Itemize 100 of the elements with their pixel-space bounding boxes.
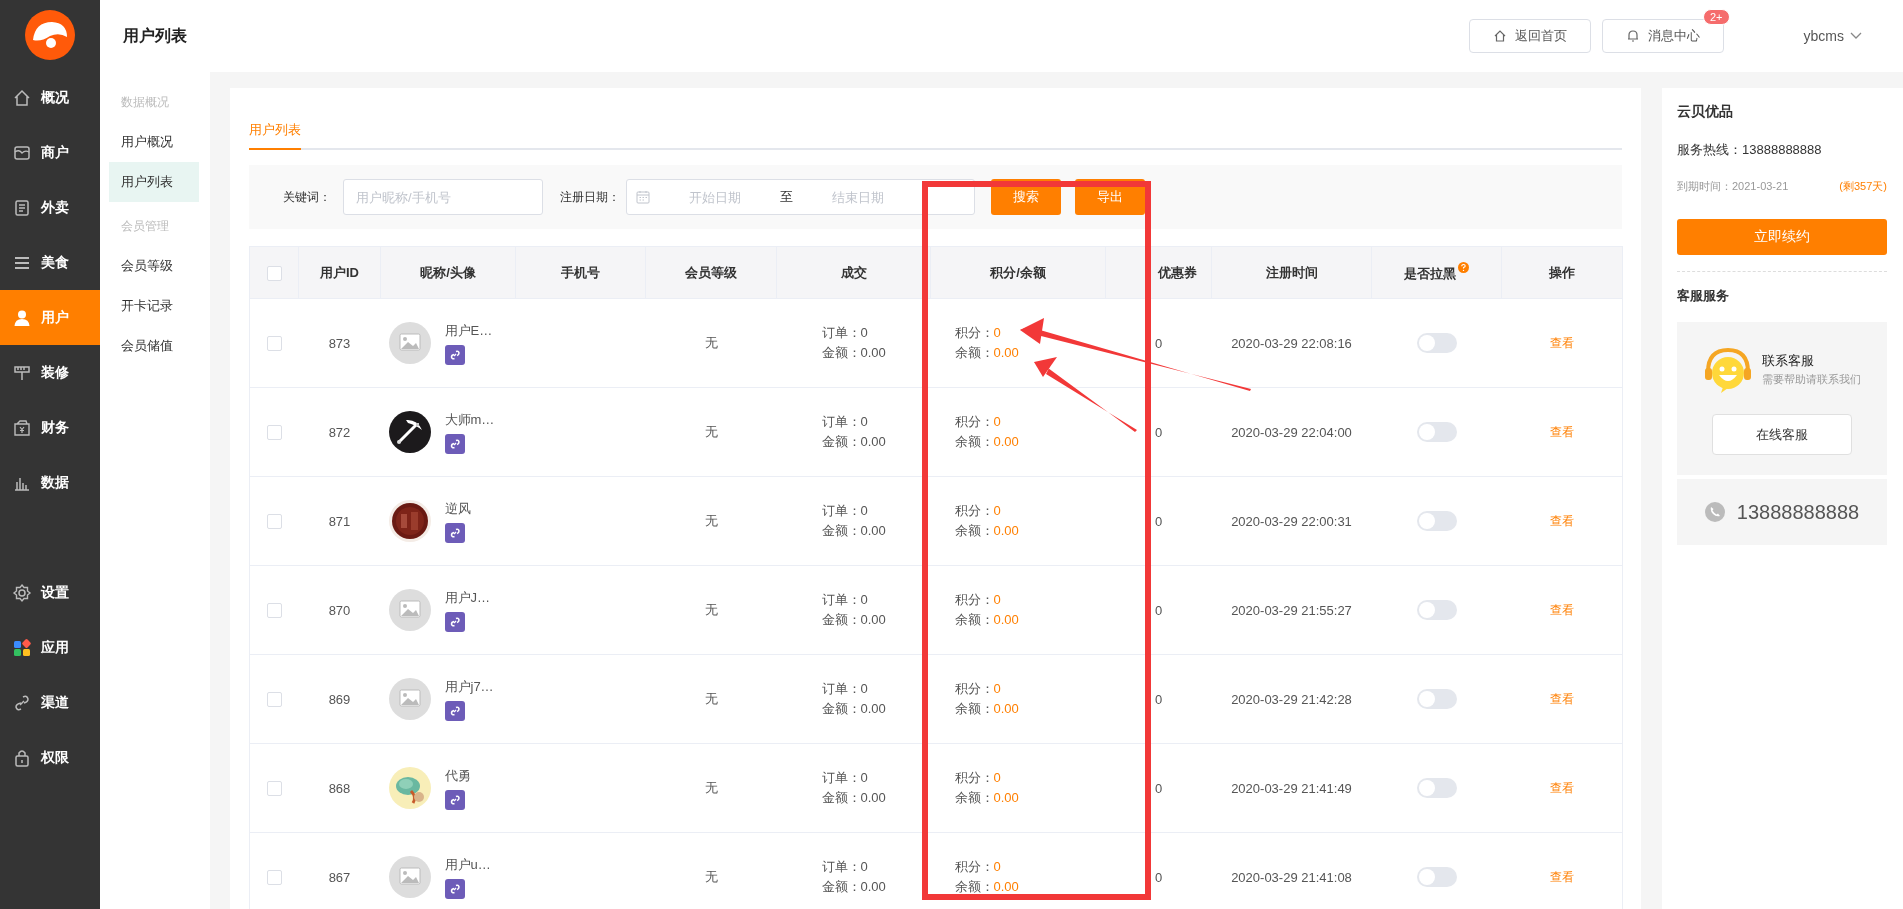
nickname: 用户j7… bbox=[444, 677, 494, 696]
member-level: 无 bbox=[704, 869, 718, 884]
column-header: 手机号 bbox=[561, 264, 600, 280]
checkbox[interactable] bbox=[266, 425, 282, 441]
logo-icon bbox=[25, 10, 75, 60]
subnav-item[interactable]: 开卡记录 bbox=[109, 286, 199, 326]
online-service-button[interactable]: 在线客服 bbox=[1712, 414, 1852, 455]
order-amount: 金额：0.00 bbox=[821, 433, 887, 451]
balance-value: 0.00 bbox=[993, 612, 1019, 627]
points-value: 0 bbox=[993, 325, 1001, 340]
registration-time: 2020-03-29 21:42:28 bbox=[1231, 691, 1352, 707]
registration-time: 2020-03-29 21:41:49 bbox=[1231, 780, 1352, 796]
order-amount: 金额：0.00 bbox=[821, 878, 887, 896]
user-id: 873 bbox=[328, 335, 351, 351]
toggle-switch[interactable] bbox=[1416, 778, 1457, 798]
nickname: 用户J… bbox=[444, 588, 490, 607]
keyword-field[interactable]: 用户昵称/手机号 bbox=[343, 179, 543, 215]
checkbox[interactable] bbox=[266, 603, 282, 619]
sidebar-item[interactable]: 美食 bbox=[0, 235, 100, 290]
subnav-item[interactable]: 会员等级 bbox=[109, 246, 199, 286]
column-header: 操作 bbox=[1549, 264, 1575, 280]
column-header: 优惠券 bbox=[1158, 264, 1197, 280]
toggle-switch[interactable] bbox=[1416, 600, 1457, 620]
user-id: 869 bbox=[328, 691, 351, 707]
sidebar-item[interactable]: 装修 bbox=[0, 345, 100, 400]
member-level: 无 bbox=[704, 424, 718, 439]
points-value: 0 bbox=[993, 503, 1001, 518]
order-count: 订单：0 bbox=[821, 413, 869, 431]
apps-icon bbox=[12, 637, 32, 658]
sidebar-item[interactable]: 财务 bbox=[0, 400, 100, 455]
sidebar-item[interactable]: 商户 bbox=[0, 125, 100, 180]
contact-subtitle: 需要帮助请联系我们 bbox=[1762, 371, 1861, 387]
field-label: 积分： bbox=[954, 414, 994, 429]
nickname: 用户E… bbox=[444, 321, 493, 340]
subnav-item[interactable]: 会员储值 bbox=[109, 326, 199, 366]
subnav-item[interactable]: 用户列表 bbox=[109, 162, 199, 202]
toggle-switch[interactable] bbox=[1416, 422, 1457, 442]
checkbox[interactable] bbox=[266, 265, 282, 281]
column-header: 用户ID bbox=[320, 264, 359, 280]
member-level: 无 bbox=[704, 602, 718, 617]
column-header: 积分/余额 bbox=[990, 264, 1046, 280]
registration-time: 2020-03-29 22:00:31 bbox=[1231, 513, 1352, 529]
checkbox[interactable] bbox=[266, 514, 282, 530]
order-count: 订单：0 bbox=[821, 680, 869, 698]
home-button[interactable]: 返回首页 bbox=[1468, 19, 1591, 53]
balance-value: 0.00 bbox=[993, 790, 1019, 805]
balance-value: 0.00 bbox=[993, 523, 1019, 538]
toggle-switch[interactable] bbox=[1416, 511, 1457, 531]
field-label: 余额： bbox=[954, 523, 994, 538]
toggle-switch[interactable] bbox=[1416, 333, 1457, 353]
points-value: 0 bbox=[993, 592, 1001, 607]
section-heading: 会员管理 bbox=[120, 218, 170, 235]
column-header: 注册时间 bbox=[1265, 264, 1318, 280]
field-label: 余额： bbox=[954, 701, 994, 716]
field-label: 积分： bbox=[954, 859, 994, 874]
user-id: 870 bbox=[328, 602, 351, 618]
sidebar-item[interactable]: 应用 bbox=[0, 620, 100, 675]
subnav-item[interactable]: 用户概况 bbox=[109, 122, 199, 162]
points-value: 0 bbox=[993, 681, 1001, 696]
field-label: 积分： bbox=[954, 592, 994, 607]
checkbox[interactable] bbox=[266, 692, 282, 708]
checkbox[interactable] bbox=[266, 781, 282, 797]
order-count: 订单：0 bbox=[821, 769, 869, 787]
page-title: 用户列表 bbox=[123, 25, 188, 46]
column-header: 是否拉黑 bbox=[1404, 266, 1456, 282]
field-label: 积分： bbox=[954, 770, 994, 785]
image-placeholder-icon bbox=[388, 678, 431, 720]
user-id: 867 bbox=[328, 869, 351, 885]
date-range-field[interactable]: 开始日期 至 结束日期 bbox=[626, 179, 975, 215]
phone-number: 13888888888 bbox=[1736, 500, 1860, 524]
user-id: 868 bbox=[328, 780, 351, 796]
coupon-count: 0 bbox=[1154, 513, 1163, 529]
field-label: 余额： bbox=[954, 879, 994, 894]
order-count: 订单：0 bbox=[821, 502, 869, 520]
username[interactable]: ybcms bbox=[1803, 28, 1844, 44]
toggle-switch[interactable] bbox=[1416, 867, 1457, 887]
section-heading: 数据概况 bbox=[120, 94, 170, 111]
lock-icon bbox=[12, 747, 32, 768]
sidebar-item[interactable]: 概况 bbox=[0, 70, 100, 125]
field-label: 积分： bbox=[954, 681, 994, 696]
balance-value: 0.00 bbox=[993, 701, 1019, 716]
notification-badge: 2+ bbox=[1703, 9, 1730, 25]
days-remaining: (剩357天) bbox=[1839, 179, 1887, 194]
sidebar-item[interactable]: 数据 bbox=[0, 455, 100, 510]
column-header: 会员等级 bbox=[685, 264, 737, 280]
sidebar-item[interactable]: 权限 bbox=[0, 730, 100, 785]
checkbox[interactable] bbox=[266, 870, 282, 886]
field-label: 关键词： bbox=[283, 188, 331, 206]
order-count: 订单：0 bbox=[821, 858, 869, 876]
order-count: 订单：0 bbox=[821, 591, 869, 609]
checkbox[interactable] bbox=[266, 336, 282, 352]
sidebar-item[interactable]: 设置 bbox=[0, 565, 100, 620]
toggle-switch[interactable] bbox=[1416, 689, 1457, 709]
bell-icon bbox=[1625, 29, 1640, 43]
field-label: 注册日期： bbox=[560, 188, 620, 206]
coupon-count: 0 bbox=[1154, 691, 1163, 707]
range-separator: 至 bbox=[780, 188, 793, 206]
balance-value: 0.00 bbox=[993, 434, 1019, 449]
sidebar-item[interactable]: 渠道 bbox=[0, 675, 100, 730]
sidebar-item[interactable]: 外卖 bbox=[0, 180, 100, 235]
